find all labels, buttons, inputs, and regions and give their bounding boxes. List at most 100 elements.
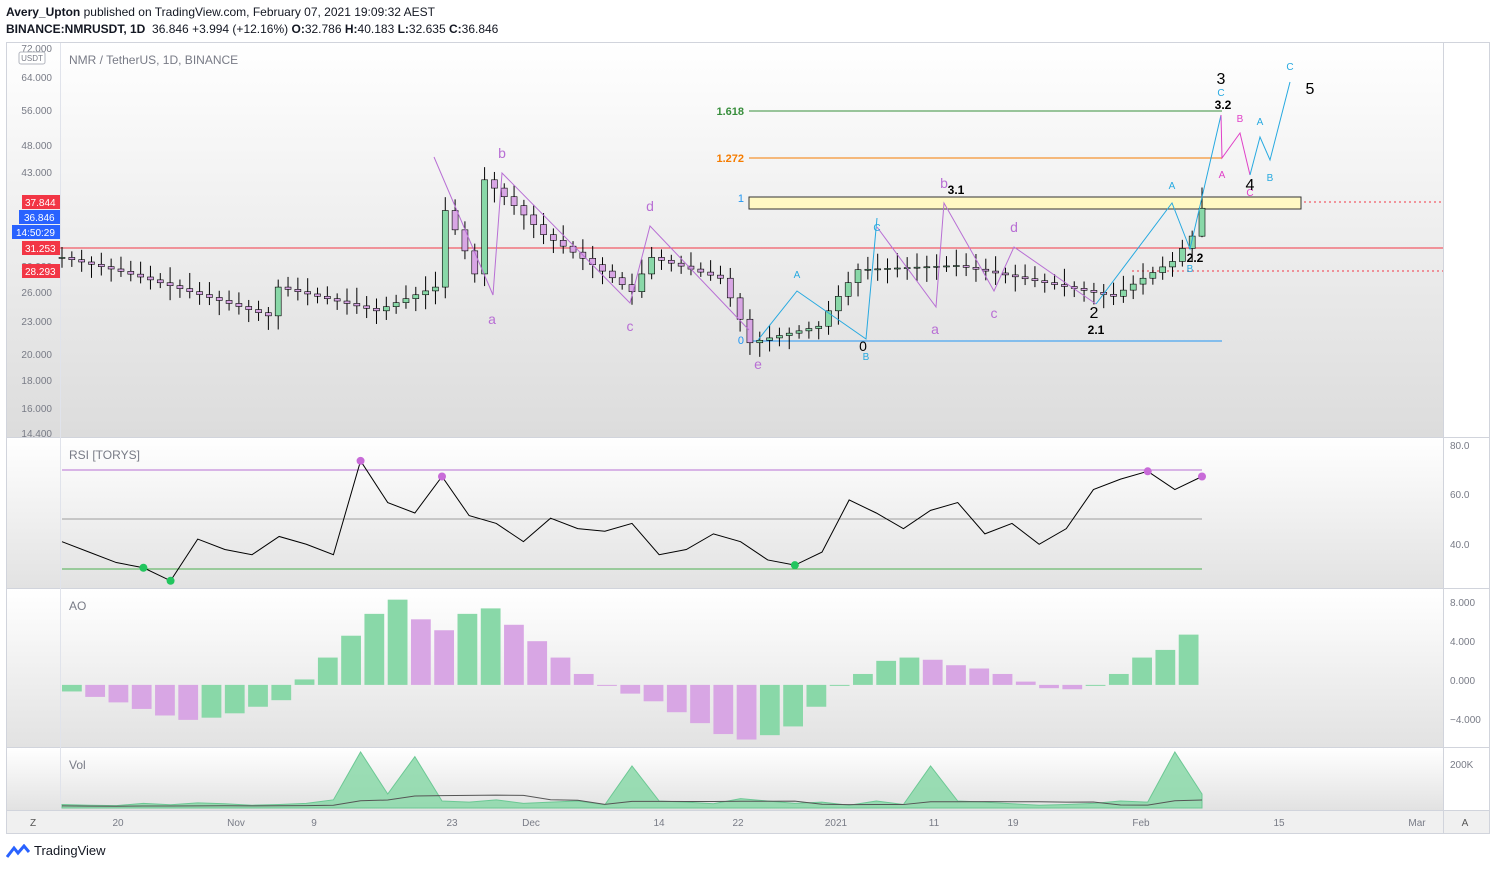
candle[interactable] — [1051, 282, 1058, 285]
candle[interactable] — [117, 268, 125, 272]
candle[interactable] — [186, 288, 194, 292]
candle[interactable] — [864, 268, 872, 271]
candle[interactable] — [1011, 274, 1019, 278]
candle[interactable] — [166, 282, 174, 286]
candle[interactable] — [441, 210, 449, 288]
candle[interactable] — [1159, 266, 1166, 273]
candle[interactable] — [844, 282, 852, 297]
candle[interactable] — [884, 268, 891, 270]
candle[interactable] — [776, 335, 783, 339]
candle[interactable] — [196, 291, 203, 295]
candle[interactable] — [1041, 280, 1049, 283]
candle[interactable] — [1198, 207, 1206, 237]
candle[interactable] — [756, 340, 764, 344]
candle[interactable] — [746, 318, 754, 344]
candle[interactable] — [284, 286, 292, 290]
candle[interactable] — [1080, 288, 1088, 291]
candle[interactable] — [88, 261, 95, 265]
auto-scale-button[interactable]: A — [1462, 818, 1469, 829]
candle[interactable] — [953, 265, 960, 267]
candle[interactable] — [1129, 283, 1137, 291]
candle[interactable] — [402, 298, 410, 303]
candle[interactable] — [58, 257, 66, 259]
candle[interactable] — [481, 179, 488, 275]
candle[interactable] — [333, 298, 341, 302]
candle[interactable] — [962, 265, 970, 268]
candle[interactable] — [815, 325, 823, 329]
candle[interactable] — [235, 303, 243, 307]
candle[interactable] — [618, 277, 626, 285]
candle[interactable] — [972, 267, 980, 270]
candle[interactable] — [1149, 272, 1157, 279]
candle[interactable] — [835, 296, 842, 312]
candle[interactable] — [432, 286, 439, 292]
candle[interactable] — [255, 309, 262, 313]
candle[interactable] — [707, 271, 714, 276]
candle[interactable] — [805, 328, 813, 332]
candle[interactable] — [658, 257, 665, 261]
candle[interactable] — [383, 306, 390, 312]
candle[interactable] — [697, 268, 705, 273]
chart-svg[interactable]: 72.000 64.000 56.000 48.000 43.000 30.00… — [0, 0, 1496, 871]
candle[interactable] — [176, 285, 184, 289]
candle[interactable] — [874, 268, 881, 271]
rsi-legend[interactable]: RSI [TORYS] — [69, 448, 140, 462]
candle[interactable] — [530, 214, 538, 225]
ao-scale[interactable]: 8.000 4.000 0.000 −4.000 — [1450, 598, 1481, 726]
candle[interactable] — [324, 296, 331, 299]
candle[interactable] — [1139, 277, 1147, 285]
candle[interactable] — [451, 210, 459, 231]
candle[interactable] — [520, 205, 528, 216]
candle[interactable] — [471, 250, 479, 275]
candle[interactable] — [98, 263, 105, 267]
candle[interactable] — [1179, 248, 1186, 262]
candle[interactable] — [992, 270, 999, 274]
candle[interactable] — [245, 306, 253, 310]
candle[interactable] — [726, 277, 734, 299]
candle[interactable] — [638, 273, 646, 292]
rsi-scale[interactable]: 80.0 60.0 40.0 — [1450, 441, 1470, 551]
candle[interactable] — [795, 330, 803, 334]
candle[interactable] — [923, 266, 931, 269]
candle[interactable] — [500, 187, 508, 198]
candle[interactable] — [353, 303, 361, 307]
ao-legend[interactable]: AO — [69, 599, 86, 613]
candle[interactable] — [304, 291, 311, 295]
candle[interactable] — [137, 273, 144, 278]
candle[interactable] — [668, 259, 675, 264]
candle[interactable] — [373, 308, 380, 312]
candle[interactable] — [648, 257, 655, 275]
candle[interactable] — [766, 337, 773, 341]
candle[interactable] — [736, 297, 744, 320]
candle[interactable] — [156, 279, 164, 284]
tradingview-logo[interactable]: TradingView — [6, 843, 106, 858]
vol-legend[interactable]: Vol — [69, 758, 86, 772]
candle[interactable] — [274, 286, 282, 317]
candle[interactable] — [225, 300, 233, 304]
candle[interactable] — [1169, 261, 1176, 268]
candle[interactable] — [294, 289, 302, 292]
candle[interactable] — [147, 276, 154, 281]
candle[interactable] — [215, 297, 223, 301]
candle[interactable] — [491, 179, 498, 189]
candle[interactable] — [265, 312, 272, 317]
candle[interactable] — [913, 266, 921, 269]
candle[interactable] — [510, 196, 518, 206]
candle[interactable] — [609, 270, 616, 279]
fib-zone-box[interactable] — [748, 196, 1302, 210]
candle[interactable] — [982, 268, 990, 272]
candle[interactable] — [1110, 293, 1117, 297]
candle[interactable] — [422, 290, 429, 296]
candle[interactable] — [343, 300, 351, 304]
candle[interactable] — [1090, 290, 1098, 293]
candle[interactable] — [127, 271, 135, 275]
candle[interactable] — [412, 294, 420, 299]
candle[interactable] — [717, 274, 724, 279]
candle[interactable] — [1031, 278, 1039, 281]
candle[interactable] — [78, 259, 85, 263]
candle[interactable] — [550, 234, 557, 241]
candle[interactable] — [943, 265, 950, 268]
candle[interactable] — [599, 264, 606, 272]
candle[interactable] — [785, 332, 793, 336]
candle[interactable] — [107, 266, 115, 270]
